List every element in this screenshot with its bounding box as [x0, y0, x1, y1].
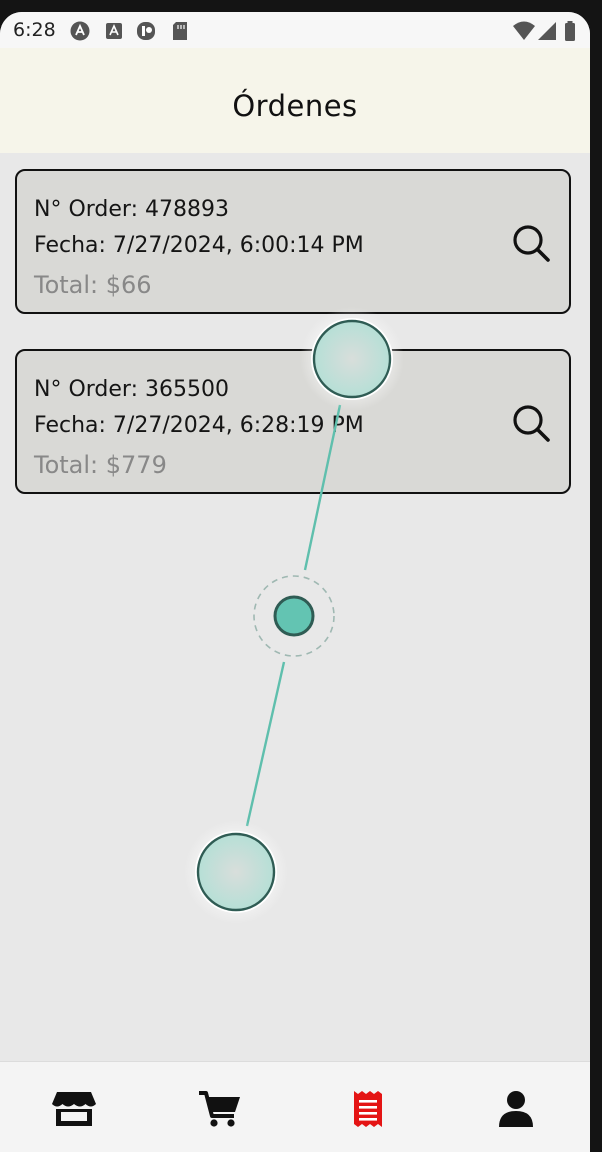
- order-card[interactable]: N° Order: 478893 Fecha: 7/27/2024, 6:00:…: [15, 169, 571, 314]
- status-time: 6:28: [13, 19, 56, 41]
- battery-icon: [565, 21, 575, 41]
- order-total: Total: $779: [34, 451, 167, 479]
- phone-screen: 6:28 Órdenes N° Order: 478893 Fecha: 7/2…: [0, 12, 590, 1152]
- order-number: N° Order: 365500: [34, 377, 229, 402]
- store-icon[interactable]: [50, 1089, 98, 1129]
- search-icon[interactable]: [511, 403, 551, 443]
- screen-edge: [590, 0, 602, 1152]
- order-date: Fecha: 7/27/2024, 6:00:14 PM: [34, 233, 364, 258]
- sd-card-icon: [170, 21, 190, 41]
- order-card[interactable]: N° Order: 365500 Fecha: 7/27/2024, 6:28:…: [15, 349, 571, 494]
- orders-list: N° Order: 478893 Fecha: 7/27/2024, 6:00:…: [0, 153, 590, 1061]
- shield-icon: [136, 21, 156, 41]
- bottom-nav: [0, 1061, 590, 1152]
- user-icon[interactable]: [492, 1089, 540, 1129]
- app-header: Órdenes: [0, 48, 590, 153]
- status-bar: 6:28: [0, 12, 590, 48]
- order-number: N° Order: 478893: [34, 197, 229, 222]
- receipt-icon[interactable]: [344, 1089, 392, 1129]
- order-date: Fecha: 7/27/2024, 6:28:19 PM: [34, 413, 364, 438]
- wifi-icon: [513, 21, 535, 40]
- signal-icon: [538, 22, 556, 40]
- a-box-icon: [104, 21, 124, 41]
- search-icon[interactable]: [511, 223, 551, 263]
- a-circle-icon: [70, 21, 90, 41]
- cart-icon[interactable]: [196, 1089, 244, 1129]
- page-title: Órdenes: [232, 88, 358, 123]
- order-total: Total: $66: [34, 271, 152, 299]
